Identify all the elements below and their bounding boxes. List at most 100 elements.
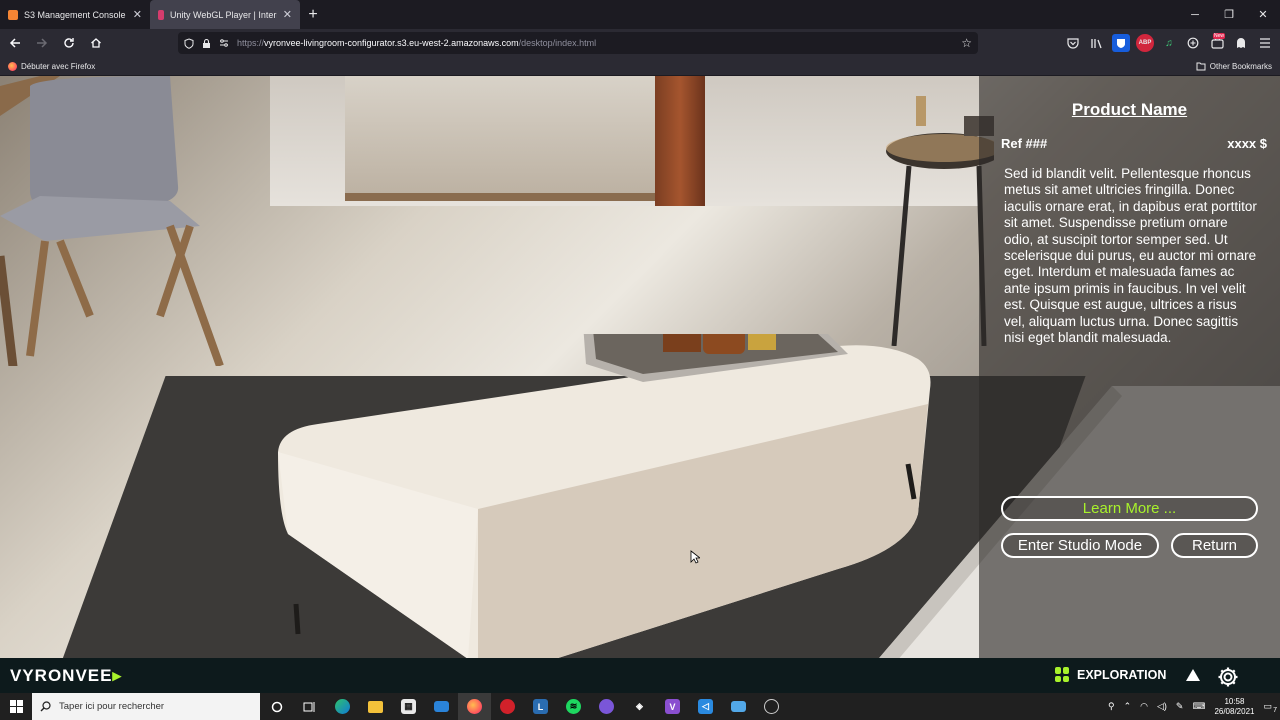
home-button[interactable] — [84, 31, 108, 55]
ghostery-icon[interactable] — [1232, 34, 1250, 52]
settings-app-icon[interactable] — [755, 693, 788, 720]
search-placeholder: Taper ici pour rechercher — [59, 701, 165, 712]
close-tab-icon[interactable]: ✕ — [283, 8, 292, 21]
restore-icon[interactable]: ❐ — [1212, 0, 1246, 29]
sideboard-cabinet — [345, 76, 655, 201]
windows-logo-icon — [9, 700, 23, 713]
webgl-scene-viewport[interactable]: Product Name Ref ### xxxx $ Sed id bland… — [0, 76, 1280, 658]
tray-expand-icon[interactable]: ⌃ — [1124, 701, 1132, 712]
product-info-panel: Product Name Ref ### xxxx $ Sed id bland… — [979, 76, 1280, 658]
back-button[interactable] — [3, 31, 27, 55]
dining-chair — [0, 76, 224, 366]
permissions-icon[interactable] — [219, 38, 229, 48]
store-icon[interactable]: ▦ — [392, 693, 425, 720]
taskbar-search-box[interactable]: Taper ici pour rechercher — [32, 693, 260, 720]
new-tab-button[interactable]: + — [300, 0, 326, 29]
home-icon — [91, 38, 101, 48]
product-name: Product Name — [1071, 100, 1188, 119]
windows-start-button[interactable] — [0, 693, 32, 720]
opera-icon[interactable] — [491, 693, 524, 720]
notifications-icon[interactable]: ▭ 7 — [1263, 701, 1277, 714]
pocket-icon[interactable] — [1064, 34, 1082, 52]
forward-arrow-icon — [37, 38, 48, 48]
vpn-icon[interactable] — [1184, 34, 1202, 52]
tab-s3-console[interactable]: S3 Management Console ✕ — [0, 0, 150, 29]
folder-icon — [1196, 62, 1206, 70]
wifi-icon[interactable]: ◠ — [1140, 701, 1148, 712]
volume-icon[interactable]: ◁) — [1157, 701, 1167, 712]
visual-studio-icon[interactable]: V — [656, 693, 689, 720]
browser-tab-bar: S3 Management Console ✕ Unity WebGL Play… — [0, 0, 1280, 29]
music-icon[interactable]: ♫ — [1160, 34, 1178, 52]
app-bottom-bar: VYRONVEE▸ EXPLORATION — [0, 658, 1280, 693]
unity-taskbar-icon[interactable]: ◈ — [623, 693, 656, 720]
enter-studio-mode-button[interactable]: Enter Studio Mode — [1001, 533, 1159, 558]
edge-icon[interactable] — [326, 693, 359, 720]
mode-label: EXPLORATION — [1077, 668, 1167, 682]
shield-icon[interactable] — [184, 37, 194, 49]
reload-button[interactable] — [57, 31, 81, 55]
mouse-cursor-icon — [690, 550, 700, 564]
learn-more-button[interactable]: Learn More ... — [1001, 496, 1258, 521]
chat-app-icon[interactable] — [590, 693, 623, 720]
vscode-icon[interactable]: ◁ — [689, 693, 722, 720]
people-icon[interactable]: ⚲ — [1108, 701, 1115, 712]
bitwarden-icon[interactable] — [1112, 34, 1130, 52]
curtain — [655, 76, 705, 206]
close-window-icon[interactable]: ✕ — [1246, 0, 1280, 29]
close-tab-icon[interactable]: ✕ — [133, 8, 142, 21]
extension-icon[interactable]: New — [1208, 33, 1226, 52]
product-ref: Ref ### — [1001, 136, 1048, 151]
notification-count: 7 — [1273, 707, 1277, 714]
library-icon[interactable] — [1088, 34, 1106, 52]
remote-desktop-icon[interactable] — [722, 693, 755, 720]
unity-icon — [158, 9, 164, 20]
mail-icon[interactable] — [425, 693, 458, 720]
navigation-bar: https://vyronvee-livingroom-configurator… — [0, 29, 1280, 57]
ottoman-bench[interactable] — [278, 334, 933, 658]
lock-icon[interactable] — [202, 38, 211, 49]
new-badge-icon: New — [1212, 33, 1225, 39]
cortana-icon[interactable] — [260, 693, 293, 720]
url-prefix: https:// — [237, 38, 265, 48]
app-l-icon[interactable]: L — [524, 693, 557, 720]
windows-taskbar: Taper ici pour rechercher ▦ L ≋ ◈ V ◁ ⚲ … — [0, 693, 1280, 720]
logo-text: VYRONVEE — [10, 666, 113, 685]
side-table-with-lamp — [886, 96, 994, 346]
tab-unity-webgl[interactable]: Unity WebGL Player | Interior C... ✕ — [150, 0, 300, 29]
adblock-icon[interactable]: ABP — [1136, 34, 1154, 52]
url-host: vyronvee-livingroom-configurator.s3.eu-w… — [264, 38, 519, 48]
firefox-taskbar-icon[interactable] — [458, 693, 491, 720]
pen-icon[interactable]: ✎ — [1176, 701, 1184, 712]
url-path: /desktop/index.html — [518, 38, 597, 48]
system-tray: ⚲ ⌃ ◠ ◁) ✎ ⌨ 10:58 26/08/2021 ▭ 7 — [1108, 693, 1280, 720]
window-controls: ─ ❐ ✕ — [1178, 0, 1280, 29]
menu-icon[interactable] — [1256, 34, 1274, 52]
bookmark-firefox[interactable]: Débuter avec Firefox — [8, 61, 96, 71]
other-bookmarks[interactable]: Other Bookmarks — [1196, 62, 1272, 71]
clock-time: 10:58 — [1224, 696, 1245, 706]
product-description: Sed id blandit velit. Pellentesque rhonc… — [1004, 166, 1257, 346]
url-bar[interactable]: https://vyronvee-livingroom-configurator… — [178, 32, 978, 54]
exploration-mode-toggle[interactable]: EXPLORATION — [1055, 667, 1166, 683]
bookmarks-bar: Débuter avec Firefox Other Bookmarks — [0, 57, 1280, 76]
forward-button[interactable] — [30, 31, 54, 55]
bookmark-star-icon[interactable]: ☆ — [961, 36, 972, 50]
footsteps-icon — [1055, 667, 1071, 683]
minimize-icon[interactable]: ─ — [1178, 0, 1212, 29]
tab-title: S3 Management Console — [24, 9, 126, 20]
language-icon[interactable]: ⌨ — [1192, 701, 1205, 712]
return-button[interactable]: Return — [1171, 533, 1258, 558]
extensions-toolbar: ABP ♫ New — [1064, 29, 1274, 57]
other-bookmarks-label: Other Bookmarks — [1209, 61, 1272, 71]
spotify-icon[interactable]: ≋ — [557, 693, 590, 720]
task-view-icon[interactable] — [293, 693, 326, 720]
product-price: xxxx $ — [1227, 136, 1267, 151]
settings-gear-icon[interactable] — [1217, 666, 1239, 688]
file-explorer-icon[interactable] — [359, 693, 392, 720]
bookmark-label: Débuter avec Firefox — [21, 61, 96, 71]
url-text: https://vyronvee-livingroom-configurator… — [237, 38, 596, 48]
clock[interactable]: 10:58 26/08/2021 — [1214, 697, 1254, 717]
search-icon — [40, 701, 51, 712]
expand-up-icon[interactable] — [1186, 669, 1200, 681]
